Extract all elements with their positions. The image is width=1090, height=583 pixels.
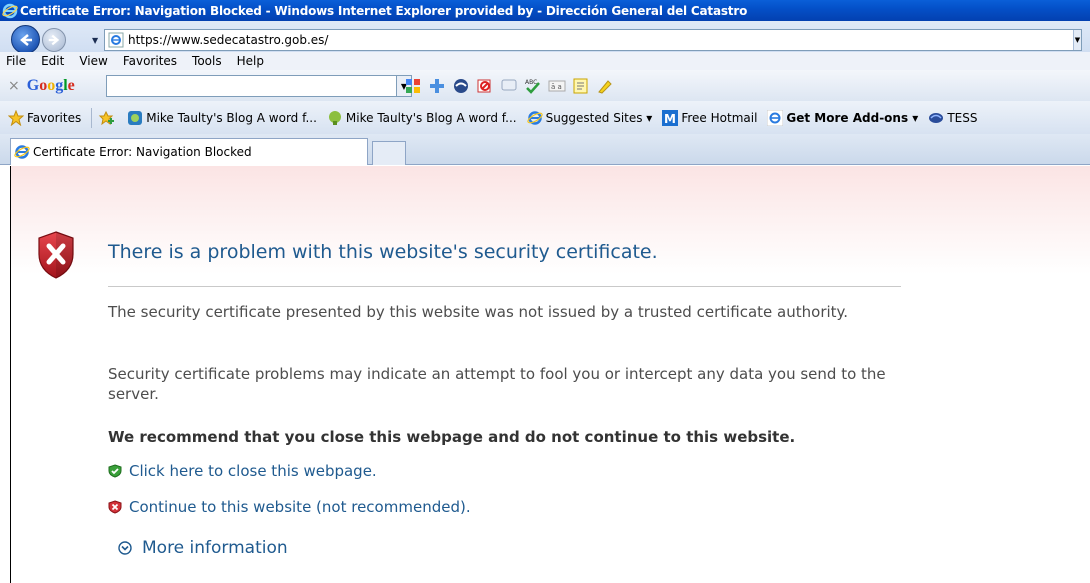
recommendation-text: We recommend that you close this webpage…	[108, 428, 796, 446]
tess-link[interactable]: TESS	[928, 110, 977, 126]
highlighter-icon[interactable]	[596, 77, 614, 95]
add-favorite-icon	[99, 110, 115, 125]
google-search-input[interactable]: ▼	[106, 75, 412, 97]
spellcheck-icon[interactable]: ABC	[524, 77, 542, 95]
recent-pages-dropdown[interactable]: ▼	[92, 36, 98, 45]
svg-text:M: M	[664, 112, 676, 126]
favorite-link-1[interactable]: Mike Taulty's Blog A word f...	[127, 110, 317, 126]
menu-help[interactable]: Help	[237, 54, 264, 68]
favorites-separator	[91, 107, 93, 128]
favorite-label-2: Mike Taulty's Blog A word f...	[345, 110, 517, 125]
svg-text:ABC: ABC	[525, 79, 537, 86]
star-icon	[8, 109, 24, 126]
suggested-sites-label: Suggested Sites ▾	[545, 110, 653, 125]
expand-chevron-icon	[118, 541, 132, 555]
autofill-icon[interactable]	[572, 77, 590, 95]
favorites-button[interactable]: Favorites	[8, 109, 82, 126]
address-bar[interactable]: https://www.sedecatastro.gob.es/ ▼	[104, 29, 1082, 51]
more-information-toggle[interactable]: More information	[118, 538, 288, 558]
translate-icon[interactable]: ā a	[548, 77, 566, 95]
forward-arrow-icon	[48, 34, 60, 46]
favorites-bar: Favorites Mike Taulty's Blog A word f...…	[0, 101, 1090, 134]
continue-to-website-label: Continue to this website (not recommende…	[129, 498, 471, 516]
ie-page-icon	[108, 32, 124, 48]
comment-icon[interactable]	[500, 77, 518, 95]
url-text: https://www.sedecatastro.gob.es/	[128, 33, 329, 47]
sidewiki-icon[interactable]	[452, 77, 470, 95]
close-webpage-label: Click here to close this webpage.	[129, 462, 377, 480]
title-divider	[108, 286, 901, 287]
suggested-sites-button[interactable]: Suggested Sites ▾	[526, 110, 653, 126]
window-title: Certificate Error: Navigation Blocked - …	[20, 3, 748, 18]
get-more-addons-label: Get More Add-ons ▾	[786, 110, 919, 125]
blog-icon	[328, 110, 341, 125]
google-toolbar-buttons: ABC ā a	[404, 77, 614, 95]
tess-label: TESS	[947, 110, 978, 125]
favorite-link-2[interactable]: Mike Taulty's Blog A word f...	[327, 110, 517, 126]
ie-icon	[526, 110, 543, 125]
back-button[interactable]	[11, 25, 40, 54]
free-hotmail-link[interactable]: M Free Hotmail	[662, 109, 758, 126]
google-logo: Google	[26, 76, 75, 94]
tab-bar: Certificate Error: Navigation Blocked	[0, 134, 1090, 165]
forward-button[interactable]	[42, 28, 66, 52]
red-shield-x-icon	[108, 500, 122, 514]
window-title-bar[interactable]: Certificate Error: Navigation Blocked - …	[0, 0, 1090, 21]
page-content: There is a problem with this website's s…	[10, 166, 1090, 583]
security-shield-icon	[38, 231, 74, 279]
menu-favorites[interactable]: Favorites	[123, 54, 177, 68]
menu-tools[interactable]: Tools	[192, 54, 222, 68]
add-to-favorites-button[interactable]	[98, 110, 117, 126]
popup-blocker-icon[interactable]	[476, 77, 494, 95]
favorite-label-1: Mike Taulty's Blog A word f...	[146, 110, 317, 125]
google-toolbar: × Google ▼ ABC ā a	[0, 70, 1090, 101]
menu-file[interactable]: File	[6, 54, 26, 68]
page-title: There is a problem with this website's s…	[108, 241, 658, 263]
ie-logo-icon	[2, 3, 18, 18]
get-more-addons-button[interactable]: Get More Add-ons ▾	[767, 109, 919, 126]
close-toolbar-icon[interactable]: ×	[8, 78, 20, 94]
ie-icon	[767, 109, 784, 126]
ie-icon	[14, 145, 30, 159]
free-hotmail-label: Free Hotmail	[681, 110, 758, 125]
tab-certificate-error[interactable]: Certificate Error: Navigation Blocked	[10, 138, 368, 165]
menu-view[interactable]: View	[79, 54, 107, 68]
bookmark-plus-icon[interactable]	[428, 77, 446, 95]
continue-to-website-link[interactable]: Continue to this website (not recommende…	[108, 498, 471, 516]
google-apps-icon[interactable]	[404, 77, 422, 95]
close-webpage-link[interactable]: Click here to close this webpage.	[108, 462, 377, 480]
blog-icon	[128, 110, 143, 125]
hotmail-icon: M	[662, 109, 679, 126]
favorites-label: Favorites	[27, 110, 82, 125]
tab-label: Certificate Error: Navigation Blocked	[33, 145, 252, 159]
green-shield-check-icon	[108, 464, 122, 478]
menu-edit[interactable]: Edit	[41, 54, 64, 68]
address-dropdown-icon[interactable]: ▼	[1073, 30, 1081, 50]
back-arrow-icon	[19, 33, 32, 46]
menu-bar: File Edit View Favorites Tools Help	[0, 52, 1090, 70]
svg-text:ā a: ā a	[551, 83, 562, 91]
tess-icon	[929, 112, 944, 123]
security-warning-paragraph: Security certificate problems may indica…	[108, 365, 886, 403]
new-tab-button[interactable]	[372, 141, 406, 165]
certificate-issue-paragraph: The security certificate presented by th…	[108, 303, 849, 321]
more-information-label: More information	[142, 538, 288, 558]
